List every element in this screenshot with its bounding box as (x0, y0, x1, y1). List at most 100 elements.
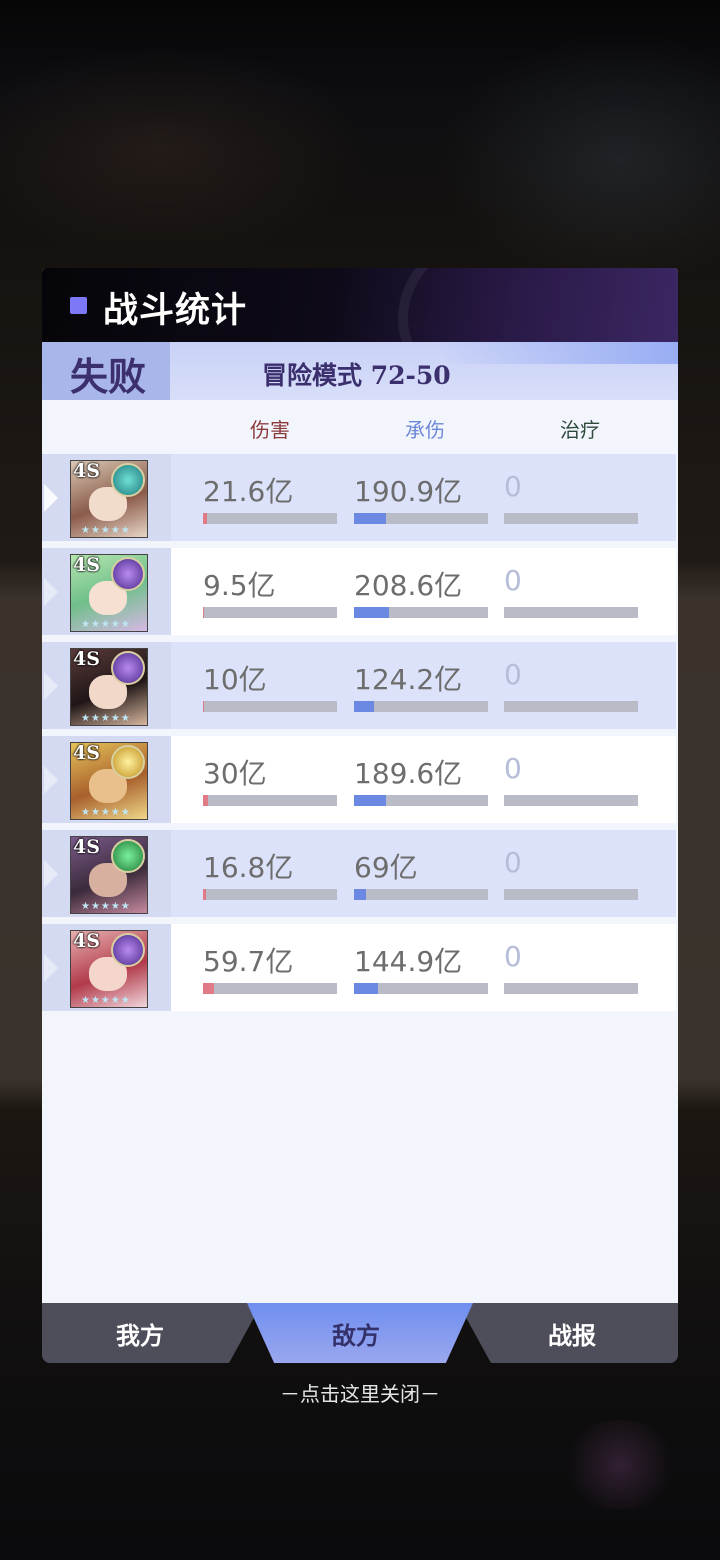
tab-bar: 我方 战报 敌方 (42, 1303, 678, 1363)
heal-bar (504, 701, 638, 712)
tank-value: 124.2亿 (354, 663, 463, 696)
tank-bar-fill (354, 795, 387, 806)
row-arrow-icon (44, 484, 58, 512)
hero-stars-icon: ★★★★★ (81, 901, 131, 912)
heal-bar (504, 513, 638, 524)
tab-enemy[interactable]: 敌方 (247, 1303, 473, 1363)
hero-star-level: 4S (73, 930, 100, 952)
damage-value: 16.8亿 (203, 851, 294, 884)
nature-element-icon (111, 839, 145, 873)
tank-bar-fill (354, 701, 375, 712)
title-square-icon (70, 297, 87, 314)
heal-value: 0 (504, 940, 522, 973)
panel-header: 战斗统计 (42, 268, 678, 428)
tank-value: 189.6亿 (354, 757, 463, 790)
tank-bar (354, 795, 488, 806)
hero-stars-icon: ★★★★★ (81, 807, 131, 818)
battle-stats-panel: 战斗统计 失败 冒险模式 72-50 伤害 承伤 治疗 4S ★★★★★ 21.6亿… (42, 268, 678, 1303)
tank-bar (354, 889, 488, 900)
heal-bar (504, 795, 638, 806)
damage-value: 9.5亿 (203, 569, 276, 602)
hero-portrait[interactable]: 4S ★★★★★ (70, 554, 148, 632)
hero-row[interactable]: 4S ★★★★★ 21.6亿 190.9亿 0 (42, 454, 676, 541)
row-arrow-icon (44, 766, 58, 794)
row-arrow-icon (44, 672, 58, 700)
heal-bar (504, 983, 638, 994)
dark-element-icon (111, 557, 145, 591)
damage-bar (203, 513, 337, 524)
tank-bar (354, 607, 488, 618)
hero-row[interactable]: 4S ★★★★★ 9.5亿 208.6亿 0 (42, 548, 676, 635)
dark-element-icon (111, 933, 145, 967)
column-header-heal[interactable]: 治疗 (560, 414, 600, 443)
tab-report[interactable]: 战报 (458, 1303, 678, 1363)
damage-bar-fill (203, 607, 205, 618)
result-tag: 失败 (42, 342, 170, 400)
damage-bar (203, 607, 337, 618)
tank-value: 69亿 (354, 851, 418, 884)
damage-value: 30亿 (203, 757, 267, 790)
hero-stars-icon: ★★★★★ (81, 525, 131, 536)
hero-portrait[interactable]: 4S ★★★★★ (70, 460, 148, 538)
heal-bar (504, 607, 638, 618)
tank-bar-fill (354, 607, 389, 618)
hero-portrait[interactable]: 4S ★★★★★ (70, 742, 148, 820)
hero-stars-icon: ★★★★★ (81, 619, 131, 630)
hero-star-level: 4S (73, 554, 100, 576)
wind-element-icon (111, 463, 145, 497)
background-glow (560, 1420, 680, 1510)
hero-portrait[interactable]: 4S ★★★★★ (70, 836, 148, 914)
damage-bar (203, 795, 337, 806)
stage-text: 冒险模式 72-50 (262, 361, 451, 390)
panel-title: 战斗统计 (103, 290, 248, 331)
row-arrow-icon (44, 860, 58, 888)
result-bar-decoration (438, 342, 678, 364)
hero-row[interactable]: 4S ★★★★★ 30亿 189.6亿 0 (42, 736, 676, 823)
tank-bar (354, 983, 488, 994)
tank-bar-fill (354, 889, 367, 900)
damage-value: 21.6亿 (203, 475, 294, 508)
heal-value: 0 (504, 564, 522, 597)
hero-portrait[interactable]: 4S ★★★★★ (70, 930, 148, 1008)
tab-report-label: 战报 (548, 1321, 596, 1350)
hero-row[interactable]: 4S ★★★★★ 16.8亿 69亿 0 (42, 830, 676, 917)
damage-bar (203, 889, 337, 900)
close-hint[interactable]: －点击这里关闭－ (0, 1378, 720, 1407)
hero-star-level: 4S (73, 648, 100, 670)
tank-bar (354, 513, 488, 524)
heal-bar (504, 889, 638, 900)
column-header-tank[interactable]: 承伤 (405, 414, 445, 443)
column-header-damage[interactable]: 伤害 (250, 414, 290, 443)
hero-star-level: 4S (73, 460, 100, 482)
tank-bar (354, 701, 488, 712)
tank-value: 190.9亿 (354, 475, 463, 508)
dark-element-icon (111, 651, 145, 685)
tank-value: 208.6亿 (354, 569, 463, 602)
damage-bar-fill (203, 983, 214, 994)
damage-bar (203, 983, 337, 994)
heal-value: 0 (504, 658, 522, 691)
tab-enemy-label: 敌方 (332, 1321, 380, 1350)
heal-value: 0 (504, 846, 522, 879)
damage-bar-fill (203, 701, 205, 712)
tank-bar-fill (354, 983, 379, 994)
row-arrow-icon (44, 578, 58, 606)
damage-bar-fill (203, 795, 209, 806)
damage-value: 59.7亿 (203, 945, 294, 978)
heal-value: 0 (504, 752, 522, 785)
result-text: 失败 (70, 354, 147, 399)
heal-value: 0 (504, 470, 522, 503)
hero-star-level: 4S (73, 742, 100, 764)
damage-bar (203, 701, 337, 712)
tab-ours-label: 我方 (116, 1321, 164, 1350)
tab-ours[interactable]: 我方 (42, 1303, 262, 1363)
hero-portrait[interactable]: 4S ★★★★★ (70, 648, 148, 726)
tank-bar-fill (354, 513, 387, 524)
result-bar: 失败 冒险模式 72-50 (42, 342, 678, 400)
hero-row[interactable]: 4S ★★★★★ 10亿 124.2亿 0 (42, 642, 676, 729)
row-arrow-icon (44, 954, 58, 982)
hero-stars-icon: ★★★★★ (81, 995, 131, 1006)
hero-row[interactable]: 4S ★★★★★ 59.7亿 144.9亿 0 (42, 924, 676, 1011)
damage-bar-fill (203, 513, 208, 524)
hero-star-level: 4S (73, 836, 100, 858)
